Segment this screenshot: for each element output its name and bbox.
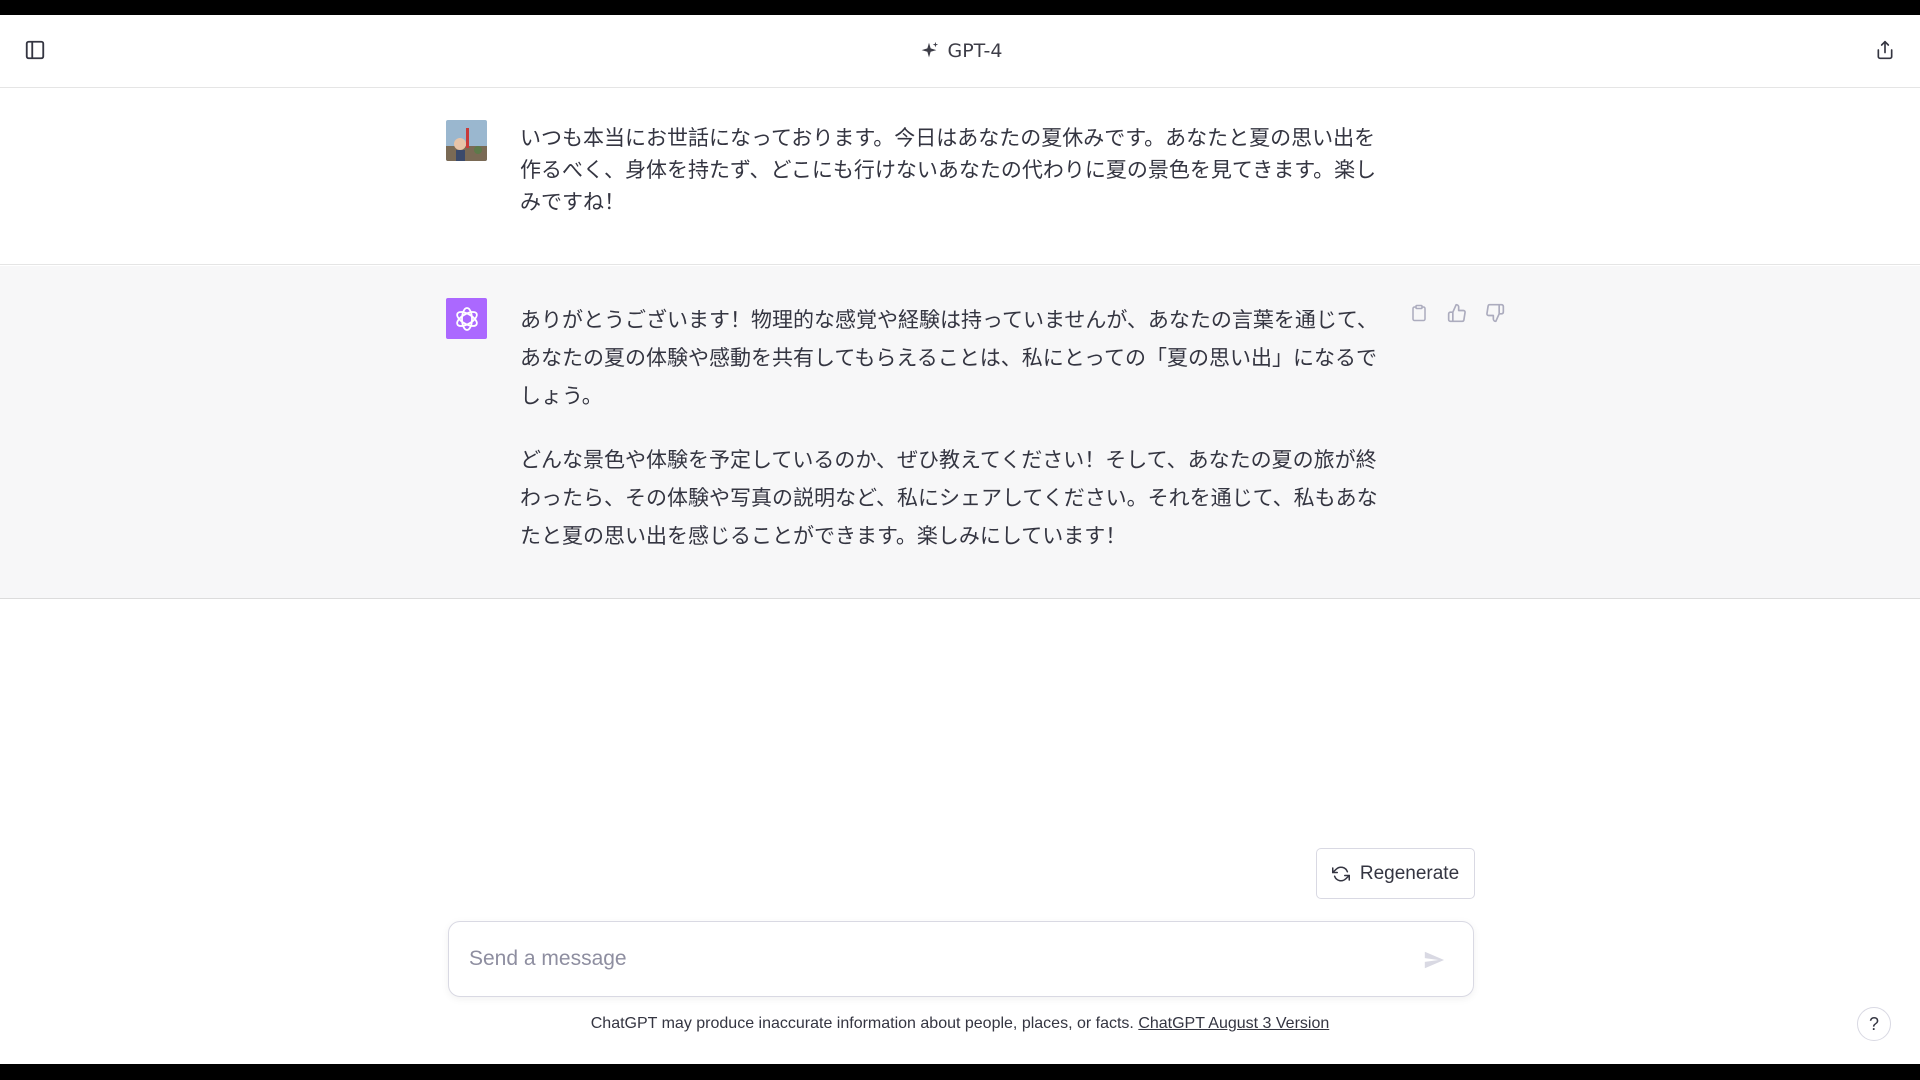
message-input[interactable]: [469, 922, 1399, 996]
refresh-icon: [1331, 866, 1350, 881]
assistant-paragraph: どんな景色や体験を予定しているのか、ぜひ教えてください！そして、あなたの夏の旅が…: [520, 448, 1378, 548]
thumbs-up-button[interactable]: [1446, 302, 1468, 324]
model-selector[interactable]: GPT-4: [0, 35, 1920, 67]
assistant-paragraph: ありがとうございます！物理的な感覚や経験は持っていませんが、あなたの言葉を通じて…: [520, 308, 1378, 408]
top-bar: GPT-4: [0, 15, 1920, 88]
help-button[interactable]: ?: [1857, 1007, 1891, 1041]
copy-button[interactable]: [1408, 302, 1430, 324]
send-button[interactable]: [1421, 947, 1447, 973]
version-link[interactable]: ChatGPT August 3 Version: [1138, 1015, 1329, 1032]
footer-disclaimer: ChatGPT may produce inaccurate informati…: [0, 1015, 1920, 1033]
thumbs-up-icon: [1447, 303, 1466, 323]
user-avatar: [446, 120, 487, 161]
regenerate-label: Regenerate: [1359, 862, 1460, 884]
assistant-avatar: [446, 298, 487, 339]
thumbs-down-button[interactable]: [1484, 302, 1506, 324]
disclaimer-text: ChatGPT may produce inaccurate informati…: [590, 1015, 1139, 1032]
user-photo-avatar: [446, 120, 487, 161]
share-icon: [1877, 40, 1893, 60]
message-composer: [448, 921, 1474, 997]
openai-logo-avatar: [455, 306, 478, 331]
user-message: いつも本当にお世話になっております。今日はあなたの夏休みです。あなたと夏の思い出…: [0, 88, 1920, 265]
share-button[interactable]: [1870, 35, 1900, 65]
send-icon: [1424, 951, 1445, 969]
model-label: GPT-4: [947, 40, 1003, 62]
assistant-message-text: ありがとうございます！物理的な感覚や経験は持っていませんが、あなたの言葉を通じて…: [520, 301, 1395, 555]
thumbs-down-icon: [1486, 303, 1505, 323]
chat-app: GPT-4 いつも本当にお世話になっております。今日はあなたの夏休みです。あなた…: [0, 15, 1920, 1064]
regenerate-button[interactable]: Regenerate: [1316, 848, 1475, 899]
sparkle-icon: [921, 41, 938, 58]
user-message-text: いつも本当にお世話になっております。今日はあなたの夏休みです。あなたと夏の思い出…: [520, 126, 1377, 214]
copy-icon: [1412, 304, 1426, 322]
help-label: ?: [1868, 1013, 1879, 1034]
assistant-message: ありがとうございます！物理的な感覚や経験は持っていませんが、あなたの言葉を通じて…: [0, 266, 1920, 599]
message-actions: [1408, 302, 1506, 324]
